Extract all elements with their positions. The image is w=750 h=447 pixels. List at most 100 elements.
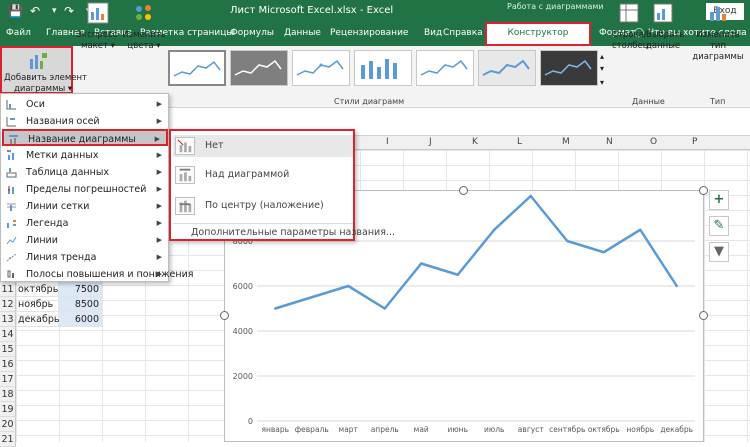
select-data-label-1: Выбрать (646, 30, 685, 40)
chart-resize-handle-left[interactable] (220, 311, 229, 320)
tab-file[interactable]: Файл (6, 28, 31, 38)
chart-style-1[interactable] (168, 50, 226, 86)
quick-layout-button[interactable]: Экспресс- макет ▾ (76, 2, 120, 52)
column-header-m[interactable]: M (562, 137, 570, 147)
data-point[interactable] (566, 239, 569, 243)
submenu-arrow-icon: ▶ (156, 253, 162, 261)
change-colors-button[interactable]: Изменить цвета ▾ (122, 2, 166, 52)
data-point[interactable] (602, 251, 605, 254)
chart-title-submenu: Нет Над диаграммой По центру (наложение)… (169, 129, 395, 241)
column-header-i[interactable]: I (386, 137, 389, 147)
row-header-13[interactable]: 13 (0, 312, 16, 327)
column-header-p[interactable]: P (692, 137, 697, 147)
chart-style-7[interactable] (540, 50, 598, 86)
add-chart-element-button[interactable]: Добавить элемент диаграммы ▾ (0, 46, 87, 94)
data-point[interactable] (456, 273, 459, 276)
data-point[interactable] (493, 228, 496, 231)
cell-value-11[interactable]: 7500 (59, 282, 102, 297)
cell-month-12[interactable]: ноябрь (16, 297, 59, 312)
data-point[interactable] (310, 296, 313, 299)
menu-item-chart-title[interactable]: Название диаграммы ▶ (2, 129, 168, 146)
submenu-item-none[interactable]: Нет (173, 135, 353, 157)
tab-chart-design[interactable]: Конструктор диаграмм (485, 22, 591, 57)
menu-item-up-down-bars[interactable]: Полосы повышения и понижения ▶ (2, 266, 193, 283)
styles-scroll-down-icon[interactable]: ▾ (600, 64, 604, 73)
menu-item-error-bars[interactable]: Пределы погрешностей ▶ (2, 181, 168, 198)
cell-value-12[interactable]: 8500 (59, 297, 102, 312)
row-header-14[interactable]: 14 (0, 327, 16, 342)
error-bars-icon (8, 186, 14, 194)
tab-data[interactable]: Данные (284, 28, 321, 38)
switch-row-column-button[interactable]: Строка/ столбец (612, 2, 649, 52)
row-header-18[interactable]: 18 (0, 387, 16, 402)
chart-resize-handle-right[interactable] (699, 311, 708, 320)
chart-resize-handle-top[interactable] (459, 186, 468, 195)
chart-style-5[interactable] (416, 50, 474, 86)
change-chart-type-button[interactable]: Изменить тип диаграммы (688, 2, 748, 63)
styles-scroll-up-icon[interactable]: ▴ (600, 52, 604, 61)
column-header-n[interactable]: N (606, 137, 613, 147)
row-header-21[interactable]: 21 (0, 432, 16, 447)
column-header-j[interactable]: J (429, 137, 432, 147)
submenu-item-above-chart[interactable]: Над диаграммой (173, 164, 353, 186)
cell-month-13[interactable]: декабрь (16, 312, 59, 327)
menu-item-legend[interactable]: Легенда ▶ (2, 215, 168, 232)
chart-filters-icon[interactable]: ▼ (709, 242, 729, 262)
chart-style-4[interactable] (354, 50, 412, 86)
cell-month-11[interactable]: октябрь (16, 282, 59, 297)
menu-item-data-labels[interactable]: Метки данных ▶ (2, 147, 168, 164)
chart-resize-handle-top-right[interactable] (699, 186, 708, 195)
tab-review[interactable]: Рецензирование (330, 28, 408, 38)
menu-item-lines[interactable]: Линии ▶ (2, 232, 168, 249)
menu-item-gridlines[interactable]: Линии сетки ▶ (2, 198, 168, 215)
chart-elements-plus-icon[interactable]: + (709, 190, 729, 210)
row-header-19[interactable]: 19 (0, 402, 16, 417)
palette-icon (136, 5, 151, 20)
menu-item-data-table[interactable]: Таблица данных ▶ (2, 164, 168, 181)
cell-value-13[interactable]: 6000 (59, 312, 102, 327)
row-header-11[interactable]: 11 (0, 282, 16, 297)
menu-item-axes[interactable]: Оси ▶ (2, 96, 168, 113)
chart-style-5-preview (420, 59, 468, 76)
save-icon[interactable]: 💾 (8, 4, 23, 18)
tab-formulas[interactable]: Формулы (230, 28, 274, 38)
select-data-button[interactable]: Выбрать данные (646, 2, 685, 52)
chart-style-3[interactable] (292, 50, 350, 86)
tab-help[interactable]: Справка (443, 28, 483, 38)
submenu-arrow-icon: ▶ (156, 236, 162, 244)
menu-item-axis-titles[interactable]: Названия осей ▶ (2, 113, 168, 130)
data-point[interactable] (347, 284, 350, 288)
title-overlay-icon (175, 197, 195, 215)
row-header-15[interactable]: 15 (0, 342, 16, 357)
chart-style-6[interactable] (478, 50, 536, 86)
data-point[interactable] (675, 284, 678, 288)
select-data-label-2: данные (646, 41, 681, 51)
column-header-l[interactable]: L (517, 137, 522, 147)
data-point[interactable] (383, 307, 386, 310)
row-header-16[interactable]: 16 (0, 357, 16, 372)
submenu-more-title-options[interactable]: Дополнительные параметры названия... (173, 223, 395, 238)
undo-icon[interactable]: ↶ (30, 4, 40, 18)
chart-style-6-preview (482, 59, 530, 76)
tab-view[interactable]: Вид (424, 28, 442, 38)
chart-styles-brush-icon[interactable]: ✎ (709, 216, 729, 236)
submenu-item-centered-overlay[interactable]: По центру (наложение) (173, 195, 353, 217)
styles-more-icon[interactable]: ▾ (600, 78, 604, 87)
chart-style-2[interactable] (230, 50, 288, 86)
data-point[interactable] (639, 228, 642, 231)
data-table-icon (6, 168, 17, 178)
column-header-k[interactable]: K (472, 137, 478, 147)
row-header-12[interactable]: 12 (0, 297, 16, 312)
data-point[interactable] (529, 194, 532, 198)
data-point[interactable] (420, 262, 423, 265)
row-header-20[interactable]: 20 (0, 417, 16, 432)
data-point[interactable] (274, 307, 277, 310)
data-labels-icon (7, 150, 14, 160)
undo-dropdown-icon[interactable]: ▾ (52, 6, 57, 16)
column-header-o[interactable]: O (650, 137, 657, 147)
redo-icon[interactable]: ↷ (64, 4, 74, 18)
y-tick-label: 0 (248, 417, 253, 426)
row-header-17[interactable]: 17 (0, 372, 16, 387)
title-above-icon (175, 166, 195, 184)
menu-item-trendline[interactable]: Линия тренда ▶ (2, 249, 168, 266)
